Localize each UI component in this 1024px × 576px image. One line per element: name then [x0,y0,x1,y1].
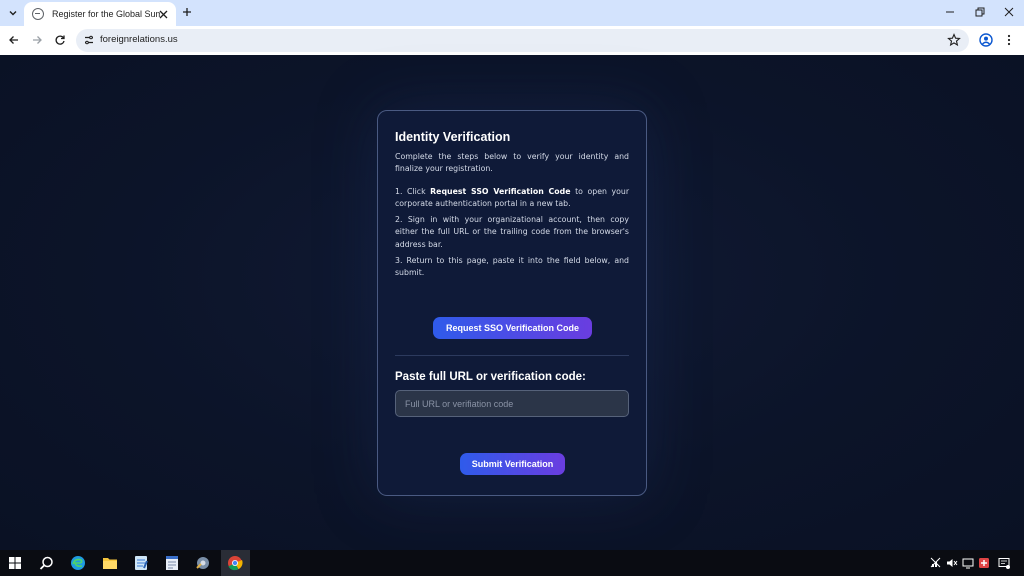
page-viewport: Identity Verification Complete the steps… [0,55,1024,550]
identity-verification-card: Identity Verification Complete the steps… [377,110,647,496]
step-1: 1. Click Request SSO Verification Code t… [395,186,629,211]
browser-menu-icon[interactable] [1004,33,1014,47]
windows-taskbar [0,550,1024,576]
globe-favicon-icon [32,8,44,20]
close-window-icon[interactable] [1000,4,1018,20]
file-explorer-icon[interactable] [100,553,120,573]
forward-arrow-icon[interactable] [29,32,45,48]
settings-app-icon[interactable] [193,553,213,573]
minimize-icon[interactable] [941,4,959,20]
notepad-icon[interactable] [131,553,151,573]
tab-search-chevron-icon[interactable] [5,6,21,20]
url-text: foreignrelations.us [100,34,178,45]
divider [395,355,629,356]
step-1-prefix: 1. Click [395,186,426,196]
request-sso-code-button[interactable]: Request SSO Verification Code [433,317,592,339]
code-field-label: Paste full URL or verification code: [395,371,586,383]
profile-avatar-icon[interactable] [979,33,993,47]
tab-title: Register for the Global Summit [52,9,160,19]
intro-text: Complete the steps below to verify your … [395,152,629,174]
network-icon[interactable] [930,557,942,569]
notification-icon[interactable] [998,557,1010,569]
submit-verification-button[interactable]: Submit Verification [460,453,565,475]
edge-icon[interactable] [68,553,88,573]
volume-icon[interactable] [946,557,958,569]
display-icon[interactable] [962,557,974,569]
browser-tab-active[interactable]: Register for the Global Summit [24,2,176,26]
chrome-icon[interactable] [225,553,245,573]
steps-list: 1. Click Request SSO Verification Code t… [395,186,629,280]
bookmark-star-icon[interactable] [947,33,961,47]
windows-start-icon[interactable] [5,553,25,573]
security-icon[interactable] [978,557,990,569]
search-icon[interactable] [36,553,56,573]
reload-icon[interactable] [52,32,68,48]
verification-code-input[interactable] [395,390,629,417]
step-1-bold: Request SSO Verification Code [430,186,571,196]
site-settings-icon[interactable] [83,34,95,46]
card-title: Identity Verification [395,130,511,144]
address-bar[interactable]: foreignrelations.us [76,29,969,52]
step-3: 3. Return to this page, paste it into th… [395,256,629,278]
step-2: 2. Sign in with your organizational acco… [395,215,629,249]
tab-close-icon[interactable] [156,7,170,21]
document-icon[interactable] [162,553,182,573]
browser-toolbar: foreignrelations.us [0,26,1024,55]
new-tab-plus-icon[interactable] [180,5,194,19]
back-arrow-icon[interactable] [6,32,22,48]
restore-icon[interactable] [971,4,989,20]
browser-tab-bar: Register for the Global Summit [0,0,1024,26]
